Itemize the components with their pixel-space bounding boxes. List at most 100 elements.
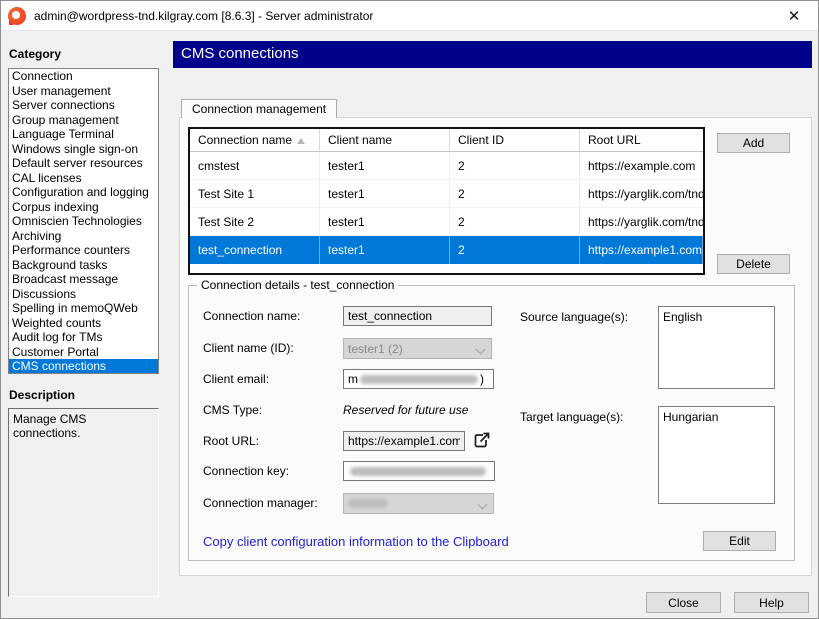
- table-cell: Test Site 1: [190, 180, 320, 208]
- language-item: English: [659, 309, 774, 324]
- help-button[interactable]: Help: [734, 592, 809, 613]
- category-item-spelling-in-memoqweb[interactable]: Spelling in memoQWeb: [9, 301, 158, 316]
- language-item: Hungarian: [659, 409, 774, 424]
- category-item-connection[interactable]: Connection: [9, 69, 158, 84]
- column-header-root-url[interactable]: Root URL: [580, 129, 703, 151]
- category-heading: Category: [9, 47, 159, 61]
- category-item-discussions[interactable]: Discussions: [9, 287, 158, 302]
- table-cell: 2: [450, 208, 580, 236]
- category-item-customer-portal[interactable]: Customer Portal: [9, 345, 158, 360]
- category-item-performance-counters[interactable]: Performance counters: [9, 243, 158, 258]
- category-item-omniscien-technologies[interactable]: Omniscien Technologies: [9, 214, 158, 229]
- category-item-default-server-resources[interactable]: Default server resources: [9, 156, 158, 171]
- target-languages-label: Target language(s):: [520, 410, 623, 424]
- description-box: Manage CMS connections.: [8, 408, 159, 597]
- connections-table-body: cmstesttester12https://example.comTest S…: [190, 152, 703, 264]
- table-cell: tester1: [320, 152, 450, 180]
- client-name-value: tester1 (2): [348, 342, 403, 356]
- column-header-client-id[interactable]: Client ID: [450, 129, 580, 151]
- memoq-logo-icon: [8, 7, 26, 25]
- table-cell: https://yarglik.com/tnd-2: [580, 208, 703, 236]
- table-row[interactable]: cmstesttester12https://example.com: [190, 152, 703, 180]
- connection-key-input[interactable]: [343, 461, 495, 481]
- connection-name-label: Connection name:: [203, 309, 300, 323]
- copy-client-configuration-link[interactable]: Copy client configuration information to…: [203, 534, 509, 549]
- connection-name-input[interactable]: [343, 306, 492, 326]
- table-cell: https://example1.com: [580, 236, 703, 264]
- table-cell: tester1: [320, 180, 450, 208]
- redacted-text: [348, 499, 388, 508]
- description-heading: Description: [9, 388, 159, 402]
- table-cell: test_connection: [190, 236, 320, 264]
- table-row[interactable]: Test Site 2tester12https://yarglik.com/t…: [190, 208, 703, 236]
- category-item-cms-connections[interactable]: CMS connections: [9, 359, 158, 374]
- target-language-list[interactable]: Hungarian: [658, 406, 775, 504]
- connection-key-label: Connection key:: [203, 464, 289, 478]
- table-cell: https://yarglik.com/tnd-1: [580, 180, 703, 208]
- connection-management-panel: Connection name Client name Client ID Ro…: [179, 117, 812, 576]
- root-url-input[interactable]: [343, 431, 465, 451]
- client-email-visible-start: m: [348, 372, 358, 386]
- connections-table: Connection name Client name Client ID Ro…: [188, 127, 705, 275]
- category-item-server-connections[interactable]: Server connections: [9, 98, 158, 113]
- close-button[interactable]: Close: [646, 592, 721, 613]
- groupbox-title: Connection details - test_connection: [197, 278, 398, 292]
- client-email-visible-end: ): [480, 372, 484, 386]
- client-name-label: Client name (ID):: [203, 341, 294, 355]
- category-item-user-management[interactable]: User management: [9, 84, 158, 99]
- column-header-client-name[interactable]: Client name: [320, 129, 450, 151]
- table-header: Connection name Client name Client ID Ro…: [190, 129, 703, 152]
- category-item-archiving[interactable]: Archiving: [9, 229, 158, 244]
- category-item-configuration-and-logging[interactable]: Configuration and logging: [9, 185, 158, 200]
- category-item-background-tasks[interactable]: Background tasks: [9, 258, 158, 273]
- table-row[interactable]: Test Site 1tester12https://yarglik.com/t…: [190, 180, 703, 208]
- table-cell: 2: [450, 236, 580, 264]
- table-row[interactable]: test_connectiontester12https://example1.…: [190, 236, 703, 264]
- client-email-input[interactable]: m ): [343, 369, 494, 389]
- table-cell: tester1: [320, 236, 450, 264]
- category-item-weighted-counts[interactable]: Weighted counts: [9, 316, 158, 331]
- redacted-text: [350, 467, 486, 476]
- table-cell: cmstest: [190, 152, 320, 180]
- category-item-cal-licenses[interactable]: CAL licenses: [9, 171, 158, 186]
- tab-connection-management[interactable]: Connection management: [181, 99, 337, 118]
- title-bar: admin@wordpress-tnd.kilgray.com [8.6.3] …: [1, 1, 818, 31]
- connection-manager-dropdown: [343, 493, 494, 514]
- connection-manager-label: Connection manager:: [203, 496, 318, 510]
- category-item-windows-single-sign-on[interactable]: Windows single sign-on: [9, 142, 158, 157]
- category-list[interactable]: ConnectionUser managementServer connecti…: [8, 68, 159, 374]
- source-language-list[interactable]: English: [658, 306, 775, 389]
- source-languages-label: Source language(s):: [520, 310, 628, 324]
- category-item-broadcast-message[interactable]: Broadcast message: [9, 272, 158, 287]
- category-item-audit-log-for-tms[interactable]: Audit log for TMs: [9, 330, 158, 345]
- table-cell: 2: [450, 152, 580, 180]
- table-cell: 2: [450, 180, 580, 208]
- table-cell: Test Site 2: [190, 208, 320, 236]
- chevron-down-icon: [477, 346, 485, 354]
- delete-button[interactable]: Delete: [717, 254, 790, 274]
- connection-details-groupbox: Connection details - test_connection Con…: [188, 285, 795, 561]
- cms-type-label: CMS Type:: [203, 403, 262, 417]
- sort-ascending-icon: [297, 138, 305, 144]
- category-item-group-management[interactable]: Group management: [9, 113, 158, 128]
- column-header-connection-name[interactable]: Connection name: [190, 129, 320, 151]
- column-header-label: Connection name: [198, 133, 292, 147]
- window-title: admin@wordpress-tnd.kilgray.com [8.6.3] …: [34, 9, 373, 23]
- window-close-icon[interactable]: ✕: [780, 5, 808, 27]
- open-external-link-icon[interactable]: [471, 430, 491, 450]
- redacted-text: [360, 375, 478, 384]
- sidebar: Category ConnectionUser managementServer…: [8, 47, 159, 597]
- table-cell: tester1: [320, 208, 450, 236]
- client-email-label: Client email:: [203, 372, 269, 386]
- chevron-down-icon: [479, 501, 487, 509]
- page-title: CMS connections: [173, 41, 812, 68]
- root-url-label: Root URL:: [203, 434, 259, 448]
- category-item-corpus-indexing[interactable]: Corpus indexing: [9, 200, 158, 215]
- cms-type-value: Reserved for future use: [343, 403, 468, 417]
- add-button[interactable]: Add: [717, 133, 790, 153]
- edit-button[interactable]: Edit: [703, 531, 776, 551]
- client-name-dropdown: tester1 (2): [343, 338, 492, 359]
- table-cell: https://example.com: [580, 152, 703, 180]
- category-item-language-terminal[interactable]: Language Terminal: [9, 127, 158, 142]
- server-administrator-window: admin@wordpress-tnd.kilgray.com [8.6.3] …: [0, 0, 819, 619]
